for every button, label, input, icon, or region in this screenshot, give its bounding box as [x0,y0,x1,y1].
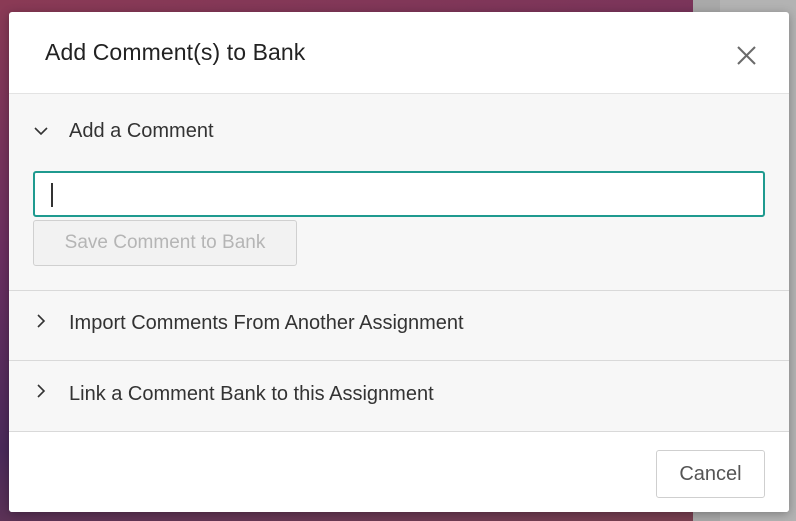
add-comment-modal: Add Comment(s) to Bank Add a Comment Sav… [9,12,789,512]
section-link-comment-bank: Link a Comment Bank to this Assignment [9,361,789,431]
section-label-link-comment-bank: Link a Comment Bank to this Assignment [69,383,434,405]
modal-body: Add a Comment Save Comment to Bank Impor… [9,94,789,432]
modal-header: Add Comment(s) to Bank [9,12,789,94]
section-label-add-comment: Add a Comment [69,120,214,142]
modal-title: Add Comment(s) to Bank [45,39,306,65]
section-import-comments: Import Comments From Another Assignment [9,291,789,360]
text-caret [51,183,53,207]
section-label-import-comments: Import Comments From Another Assignment [69,312,464,334]
section-add-comment: Add a Comment Save Comment to Bank [9,94,789,290]
cancel-button[interactable]: Cancel [656,450,765,498]
section-header-import-comments[interactable]: Import Comments From Another Assignment [9,291,789,360]
modal-footer: Cancel [9,432,789,512]
close-button[interactable] [733,42,761,70]
chevron-down-icon [34,127,48,136]
comment-input[interactable] [33,171,765,217]
chevron-right-icon [37,314,46,328]
save-comment-button[interactable]: Save Comment to Bank [33,220,297,266]
section-header-add-comment[interactable]: Add a Comment [9,94,789,166]
chevron-right-icon [37,384,46,398]
close-icon [737,46,756,65]
section-header-link-comment-bank[interactable]: Link a Comment Bank to this Assignment [9,361,789,431]
